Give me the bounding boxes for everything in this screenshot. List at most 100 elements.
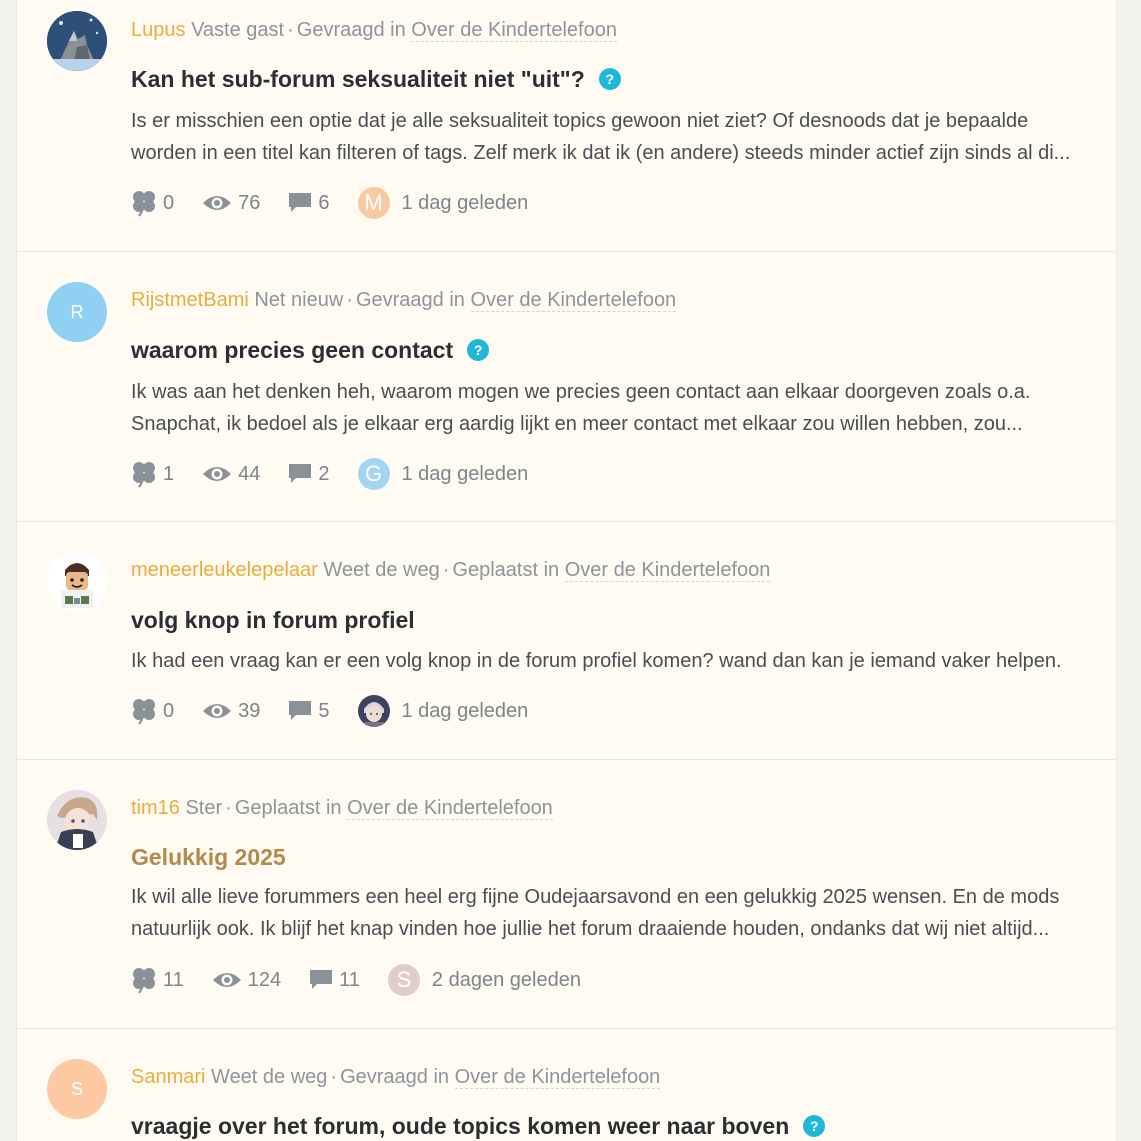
author-rank: Weet de weg bbox=[211, 1066, 328, 1088]
post-action: Gevraagd in bbox=[296, 19, 406, 41]
topic-title-text[interactable]: Gelukkig 2025 bbox=[131, 841, 286, 873]
last-reply-avatar-letter: S bbox=[396, 967, 412, 992]
like-stat[interactable]: 1 bbox=[131, 460, 174, 488]
like-stat[interactable]: 0 bbox=[131, 697, 174, 725]
clover-icon bbox=[133, 462, 155, 488]
topic-stats: 0 39 5 1 dag geleden bbox=[131, 694, 528, 728]
views-count: 124 bbox=[247, 968, 282, 991]
comment-icon bbox=[289, 701, 312, 720]
author-rank: Net nieuw bbox=[254, 289, 344, 311]
replies-stat: 11 bbox=[309, 969, 360, 992]
last-activity-time[interactable]: 1 dag geleden bbox=[402, 700, 529, 723]
author-link[interactable]: tim16 bbox=[131, 797, 180, 819]
comment-icon bbox=[289, 464, 312, 483]
author-link[interactable]: meneerleukelepelaar bbox=[131, 559, 318, 581]
separator-dot: · bbox=[442, 559, 450, 581]
anime-character-avatar-image bbox=[47, 790, 107, 850]
avatar-letter: S bbox=[70, 1078, 83, 1099]
question-help-icon: ? bbox=[803, 1115, 826, 1137]
topic-title[interactable]: vraagje over het forum, oude topics kome… bbox=[131, 1110, 826, 1141]
clover-icon bbox=[133, 699, 155, 725]
topic-title[interactable]: volg knop in forum profiel bbox=[131, 604, 415, 636]
avatar[interactable] bbox=[47, 552, 107, 612]
topic-item[interactable]: Lupus Vaste gast · Gevraagd in Over de Kin… bbox=[17, 0, 1116, 252]
topic-excerpt: Is er misschien een optie dat je alle se… bbox=[131, 105, 1098, 169]
topic-excerpt: Ik wil alle lieve forummers een heel erg… bbox=[131, 881, 1098, 945]
replies-count: 5 bbox=[318, 699, 330, 722]
topic-item[interactable]: tim16 Ster · Geplaatst in Over de Kinderte… bbox=[17, 760, 1116, 1029]
like-stat[interactable]: 11 bbox=[131, 966, 184, 994]
topic-excerpt: Ik was aan het denken heh, waarom mogen … bbox=[131, 376, 1098, 440]
topic-item[interactable]: R RijstmetBami Net nieuw · Gevraagd in Ove… bbox=[17, 252, 1116, 522]
excerpt-line: Ik wil alle lieve forummers een heel erg… bbox=[131, 886, 1060, 908]
topic-meta: Lupus Vaste gast · Gevraagd in Over de Kin… bbox=[131, 16, 617, 44]
last-reply-avatar-letter: M bbox=[364, 190, 383, 215]
last-reply-avatar[interactable]: G bbox=[357, 458, 390, 490]
views-stat: 124 bbox=[212, 969, 281, 992]
avatar[interactable] bbox=[47, 790, 107, 850]
avatar[interactable]: S bbox=[47, 1059, 107, 1119]
topic-item[interactable]: meneerleukelepelaar Weet de weg · Geplaats… bbox=[17, 522, 1116, 760]
topic-feed: Lupus Vaste gast · Gevraagd in Over de Kin… bbox=[16, 0, 1117, 1141]
topic-title-text[interactable]: volg knop in forum profiel bbox=[131, 604, 415, 636]
last-activity-time[interactable]: 1 dag geleden bbox=[402, 192, 529, 215]
last-reply-avatar[interactable]: M bbox=[357, 187, 390, 219]
separator-dot: · bbox=[330, 1066, 338, 1088]
forum-link[interactable]: Over de Kindertelefoon bbox=[454, 1066, 661, 1089]
eye-icon bbox=[212, 973, 241, 987]
excerpt-line: Ik had een vraag kan er een volg knop in… bbox=[131, 650, 1062, 672]
eye-icon bbox=[203, 196, 232, 210]
like-count: 0 bbox=[163, 191, 175, 214]
last-reply-avatar[interactable] bbox=[357, 695, 390, 727]
post-action: Geplaatst in bbox=[452, 559, 560, 581]
topic-title[interactable]: Kan het sub-forum seksualiteit niet "uit… bbox=[131, 63, 621, 95]
views-stat: 44 bbox=[202, 463, 260, 486]
post-action: Gevraagd in bbox=[340, 1066, 450, 1088]
views-count: 44 bbox=[238, 462, 261, 485]
topic-stats: 0 76 6 M 1 dag geleden bbox=[131, 186, 528, 220]
replies-count: 6 bbox=[318, 191, 330, 214]
last-reply-avatar-letter: G bbox=[364, 461, 383, 486]
question-help-icon: ? bbox=[467, 339, 490, 361]
eye-icon bbox=[203, 467, 232, 481]
last-activity-time[interactable]: 1 dag geleden bbox=[402, 463, 529, 486]
topic-title-text[interactable]: Kan het sub-forum seksualiteit niet "uit… bbox=[131, 63, 585, 95]
avatar[interactable]: R bbox=[47, 282, 107, 342]
topic-title[interactable]: Gelukkig 2025 bbox=[131, 841, 286, 873]
excerpt-line: Is er misschien een optie dat je alle se… bbox=[131, 110, 1029, 132]
topic-title-text[interactable]: vraagje over het forum, oude topics kome… bbox=[131, 1110, 789, 1141]
last-reply-avatar[interactable]: S bbox=[387, 964, 420, 996]
author-rank: Ster bbox=[185, 797, 223, 819]
author-link[interactable]: Sanmari bbox=[131, 1066, 205, 1088]
author-link[interactable]: Lupus bbox=[131, 19, 186, 41]
post-action: Geplaatst in bbox=[234, 797, 342, 819]
topic-stats: 1 44 2 G 1 dag geleden bbox=[131, 457, 528, 491]
like-stat[interactable]: 0 bbox=[131, 189, 174, 217]
forum-link[interactable]: Over de Kindertelefoon bbox=[411, 19, 617, 42]
like-count: 0 bbox=[163, 699, 175, 722]
separator-dot: · bbox=[346, 289, 353, 311]
replies-stat: 5 bbox=[288, 699, 330, 723]
clover-icon bbox=[133, 191, 155, 217]
topic-title-text[interactable]: waarom precies geen contact bbox=[131, 334, 453, 366]
eye-icon bbox=[203, 704, 232, 718]
forum-link[interactable]: Over de Kindertelefoon bbox=[564, 559, 771, 582]
avatar[interactable] bbox=[47, 11, 107, 71]
excerpt-line: natuurlijk ook. Ik blijf het knap vinden… bbox=[131, 918, 1050, 940]
author-rank: Weet de weg bbox=[323, 559, 440, 581]
like-count: 11 bbox=[163, 968, 184, 991]
forum-link[interactable]: Over de Kindertelefoon bbox=[347, 797, 553, 820]
comment-icon bbox=[310, 970, 333, 989]
like-count: 1 bbox=[163, 462, 175, 485]
replies-count: 11 bbox=[339, 968, 360, 991]
last-activity-time[interactable]: 2 dagen geleden bbox=[432, 969, 581, 992]
topic-title[interactable]: waarom precies geen contact ? bbox=[131, 334, 490, 366]
excerpt-line: Snapchat, ik bedoel als je elkaar erg aa… bbox=[131, 413, 1023, 435]
author-link[interactable]: RijstmetBami bbox=[131, 289, 249, 311]
excerpt-line: Ik was aan het denken heh, waarom mogen … bbox=[131, 381, 1031, 403]
comment-icon bbox=[289, 193, 312, 212]
topic-item[interactable]: S Sanmari Weet de weg · Gevraagd in Over d… bbox=[17, 1029, 1116, 1141]
views-stat: 76 bbox=[202, 192, 260, 215]
forum-link[interactable]: Over de Kindertelefoon bbox=[470, 289, 677, 312]
replies-stat: 2 bbox=[288, 463, 330, 486]
